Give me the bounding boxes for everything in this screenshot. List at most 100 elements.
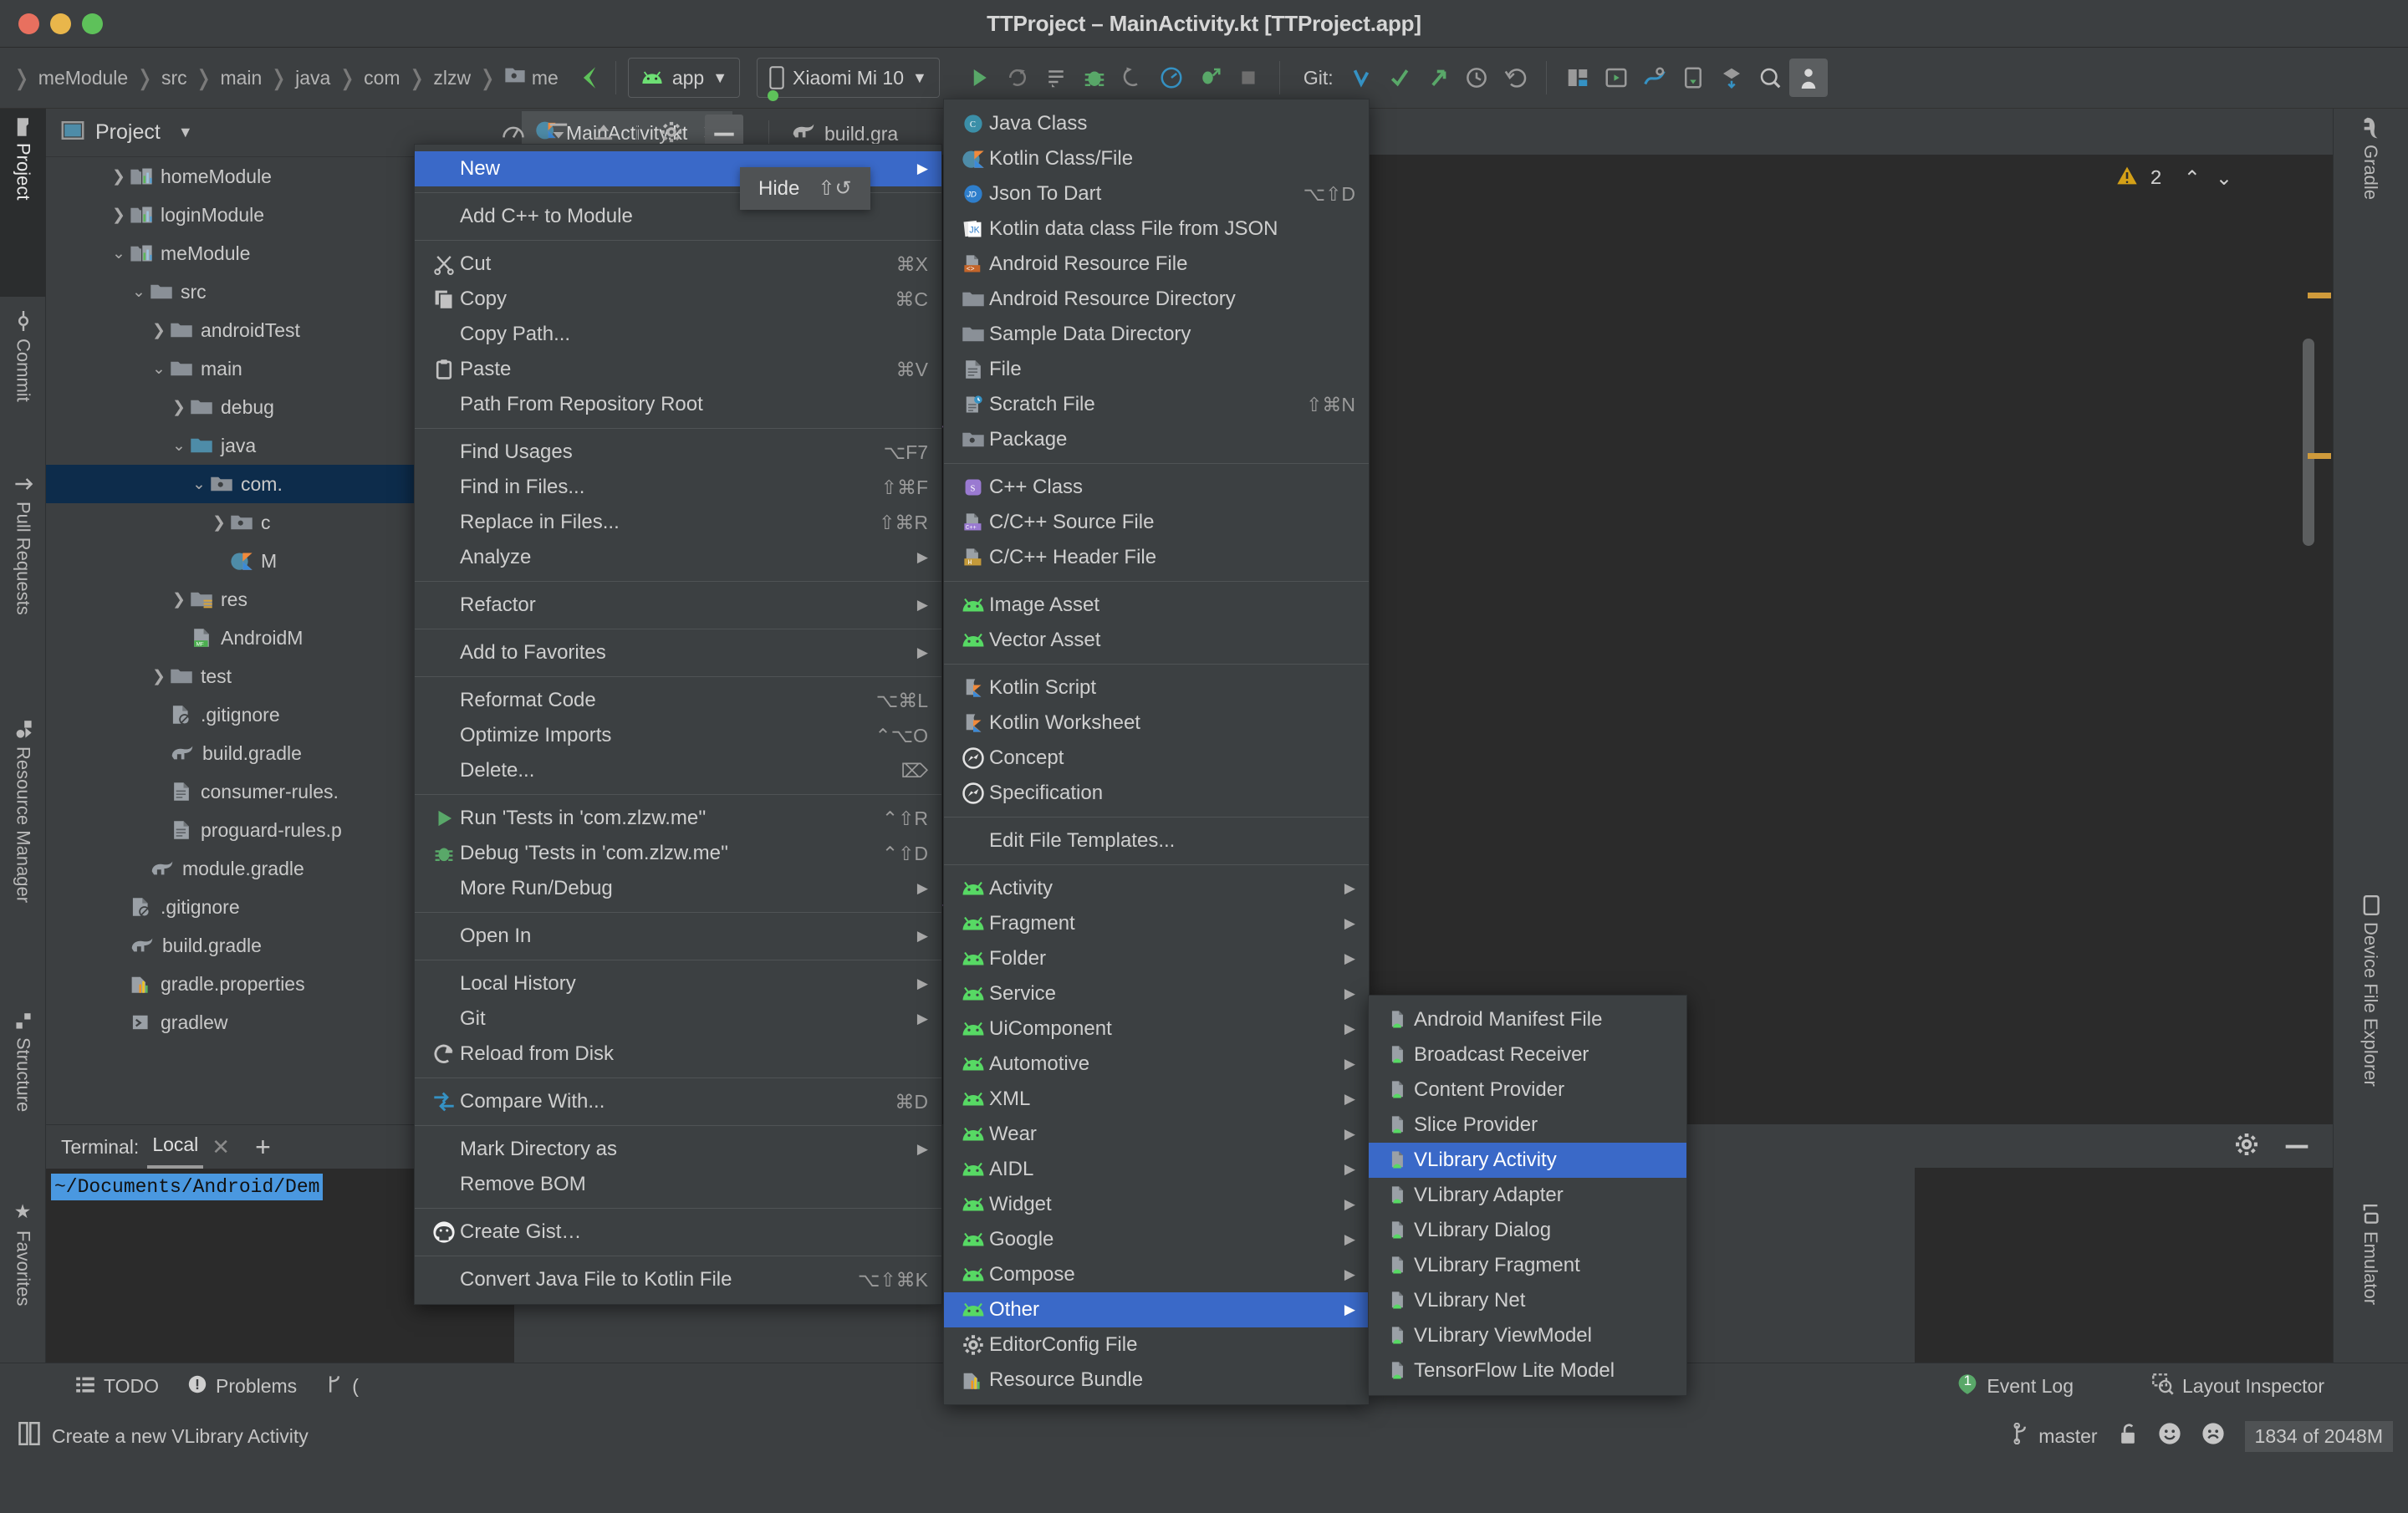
menu-item[interactable]: VLibrary ViewModel: [1369, 1318, 1686, 1353]
happy-face-icon[interactable]: [2158, 1422, 2181, 1450]
sidebar-item-device-file-explorer[interactable]: Device File Explorer: [2333, 886, 2408, 1187]
chevron-right-icon[interactable]: ❯: [168, 398, 190, 417]
apply-changes-icon[interactable]: [998, 59, 1037, 97]
sdk-manager-icon[interactable]: [1559, 59, 1597, 97]
search-everywhere-icon[interactable]: [1751, 59, 1789, 97]
menu-item[interactable]: Content Provider: [1369, 1072, 1686, 1108]
editor-scrollbar[interactable]: [2303, 155, 2314, 1124]
menu-item[interactable]: Other ▶: [944, 1292, 1369, 1327]
breadcrumb[interactable]: ❭ meModule ❭ src ❭ main ❭ java ❭ com ❭ zlzw ❭ me: [8, 65, 562, 91]
chevron-right-icon[interactable]: ❯: [148, 667, 170, 686]
sidebar-item-commit[interactable]: Commit: [0, 301, 46, 456]
breadcrumb-item-main[interactable]: main: [217, 67, 265, 89]
menu-item[interactable]: More Run/Debug ▶: [415, 871, 941, 906]
menu-item[interactable]: Analyze ▶: [415, 540, 941, 575]
menu-item[interactable]: Find in Files... ⇧⌘F: [415, 470, 941, 505]
menu-item[interactable]: Delete... ⌦: [415, 753, 941, 788]
menu-item[interactable]: XML ▶: [944, 1082, 1369, 1117]
menu-item[interactable]: Widget ▶: [944, 1187, 1369, 1222]
menu-item[interactable]: Optimize Imports ⌃⌥O: [415, 718, 941, 753]
menu-item[interactable]: Package: [944, 422, 1369, 457]
layout-inspector-icon[interactable]: [1635, 59, 1674, 97]
profile-icon[interactable]: [1788, 59, 1828, 97]
sidebar-item-structure[interactable]: Structure: [0, 1003, 46, 1187]
context-menu[interactable]: New ▶ Add C++ to Module Cut ⌘X Copy ⌘C Copy Pat…: [414, 144, 942, 1305]
menu-item[interactable]: Fragment ▶: [944, 906, 1369, 941]
module-selector[interactable]: app ▼: [627, 58, 741, 98]
git-rollback-icon[interactable]: [1496, 59, 1534, 97]
profiler-icon[interactable]: [1152, 59, 1191, 97]
menu-item[interactable]: Convert Java File to Kotlin File ⌥⇧⌘K: [415, 1262, 941, 1297]
sidebar-item-emulator[interactable]: Emulator: [2333, 1195, 2408, 1367]
chevron-down-icon[interactable]: ▼: [178, 124, 193, 141]
sidebar-item-favorites[interactable]: ★ Favorites: [0, 1191, 46, 1371]
menu-item[interactable]: Refactor ▶: [415, 588, 941, 623]
debug-icon[interactable]: [1075, 59, 1114, 97]
menu-item[interactable]: Debug 'Tests in 'com.zlzw.me'' ⌃⇧D: [415, 836, 941, 871]
menu-item[interactable]: Copy ⌘C: [415, 282, 941, 317]
minimize-icon[interactable]: [2284, 1139, 2309, 1154]
menu-item[interactable]: Android Manifest File: [1369, 1002, 1686, 1037]
menu-item[interactable]: Concept: [944, 741, 1369, 776]
new-submenu[interactable]: C Java Class Kotlin Class/File JD Json To Da…: [943, 99, 1370, 1405]
git-history-icon[interactable]: [1457, 59, 1496, 97]
menu-item[interactable]: Cut ⌘X: [415, 247, 941, 282]
menu-item[interactable]: Scratch File ⇧⌘N: [944, 387, 1369, 422]
menu-item[interactable]: Add to Favorites ▶: [415, 635, 941, 670]
menu-item[interactable]: Replace in Files... ⇧⌘R: [415, 505, 941, 540]
chevron-up-icon[interactable]: ⌃: [2184, 166, 2201, 191]
gear-icon[interactable]: [2234, 1132, 2259, 1161]
menu-item[interactable]: Compare With... ⌘D: [415, 1084, 941, 1119]
menu-item[interactable]: Resource Bundle: [944, 1363, 1369, 1398]
menu-item[interactable]: File: [944, 352, 1369, 387]
unlocked-icon[interactable]: [2118, 1423, 2138, 1449]
chevron-right-icon[interactable]: ❯: [108, 167, 130, 186]
menu-item[interactable]: <> Android Resource File: [944, 247, 1369, 282]
menu-item[interactable]: EditorConfig File: [944, 1327, 1369, 1363]
menu-item[interactable]: Kotlin Class/File: [944, 141, 1369, 176]
terminal-tab-local[interactable]: Local: [147, 1133, 204, 1169]
breadcrumb-item-me[interactable]: me: [501, 66, 562, 89]
menu-item[interactable]: Paste ⌘V: [415, 352, 941, 387]
menu-item[interactable]: Vector Asset: [944, 623, 1369, 658]
sidebar-item-pull-requests[interactable]: Pull Requests: [0, 464, 46, 702]
menu-item[interactable]: C++ C/C++ Source File: [944, 505, 1369, 540]
menu-item[interactable]: Run 'Tests in 'com.zlzw.me'' ⌃⇧R: [415, 801, 941, 836]
menu-item[interactable]: Kotlin Script: [944, 670, 1369, 706]
menu-item[interactable]: Edit File Templates...: [944, 823, 1369, 858]
chevron-down-icon[interactable]: ⌄: [108, 244, 130, 263]
menu-item[interactable]: Kotlin Worksheet: [944, 706, 1369, 741]
menu-item[interactable]: Path From Repository Root: [415, 387, 941, 422]
menu-item[interactable]: VLibrary Fragment: [1369, 1248, 1686, 1283]
run-with-coverage-icon[interactable]: [1191, 59, 1229, 97]
menu-item[interactable]: Service ▶: [944, 976, 1369, 1011]
menu-item[interactable]: VLibrary Dialog: [1369, 1213, 1686, 1248]
menu-item[interactable]: Image Asset: [944, 588, 1369, 623]
status-tab-problems[interactable]: Problems: [187, 1374, 297, 1399]
chevron-down-icon[interactable]: ⌄: [168, 436, 190, 456]
git-branch-widget[interactable]: master: [2012, 1422, 2098, 1449]
chevron-down-icon[interactable]: ⌄: [128, 283, 150, 302]
attach-debugger-icon[interactable]: [1114, 59, 1152, 97]
menu-item[interactable]: TensorFlow Lite Model: [1369, 1353, 1686, 1388]
apply-code-changes-icon[interactable]: [1037, 59, 1075, 97]
menu-item[interactable]: C Java Class: [944, 106, 1369, 141]
menu-item[interactable]: Android Resource Directory: [944, 282, 1369, 317]
git-push-icon[interactable]: [1419, 59, 1457, 97]
menu-item[interactable]: Automotive ▶: [944, 1047, 1369, 1082]
sidebar-item-resource-manager[interactable]: Resource Manager: [0, 711, 46, 999]
gradle-tab[interactable]: build.gra: [791, 122, 898, 145]
menu-item[interactable]: Find Usages ⌥F7: [415, 435, 941, 470]
inspection-widget[interactable]: 2 ⌃ ⌄: [2116, 165, 2232, 193]
menu-item[interactable]: Mark Directory as ▶: [415, 1132, 941, 1167]
breadcrumb-item-zlzw[interactable]: zlzw: [430, 67, 474, 89]
chevron-down-icon[interactable]: ⌄: [2216, 166, 2232, 191]
menu-item[interactable]: Folder ▶: [944, 941, 1369, 976]
plus-icon[interactable]: +: [255, 1132, 271, 1163]
status-tab-todo[interactable]: TODO: [75, 1374, 159, 1399]
menu-item[interactable]: JD Json To Dart ⌥⇧D: [944, 176, 1369, 211]
menu-item[interactable]: Git ▶: [415, 1001, 941, 1037]
resource-manager-icon[interactable]: [1712, 59, 1751, 97]
menu-item[interactable]: Activity ▶: [944, 871, 1369, 906]
menu-item[interactable]: Local History ▶: [415, 966, 941, 1001]
